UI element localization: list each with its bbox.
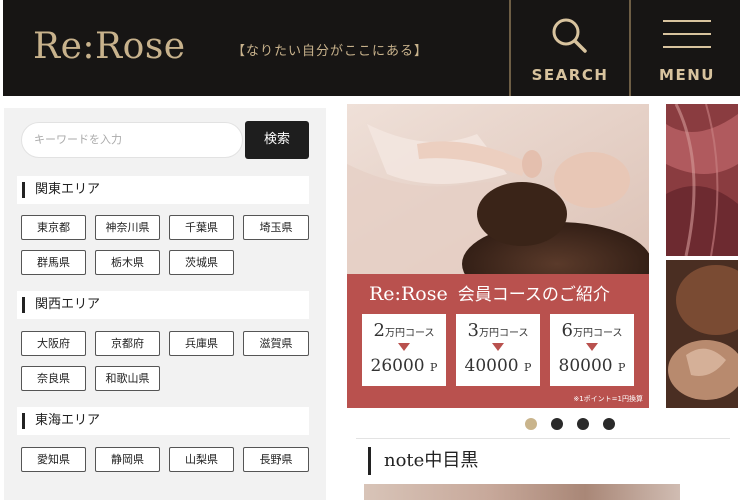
search-button-label: SEARCH <box>531 66 609 84</box>
site-tagline: 【なりたい自分がここにある】 <box>232 44 429 59</box>
carousel-dot[interactable] <box>603 418 615 430</box>
site-logo[interactable]: Re:Rose <box>33 26 186 67</box>
prefecture-button[interactable]: 長野県 <box>243 447 309 472</box>
hamburger-icon <box>661 18 713 56</box>
prefecture-button[interactable]: 群馬県 <box>21 250 86 275</box>
prefecture-button[interactable]: 奈良県 <box>21 366 86 391</box>
search-icon <box>547 14 593 64</box>
prefecture-button[interactable]: 神奈川県 <box>95 215 160 240</box>
region-heading-kansai: 関西エリア <box>17 291 309 319</box>
section-divider <box>356 438 730 439</box>
banner-photo <box>347 104 649 274</box>
prefecture-button[interactable]: 山梨県 <box>169 447 234 472</box>
section-title: note中目黒 <box>368 447 478 475</box>
course-points: 80000 P <box>558 356 626 376</box>
arrow-down-icon <box>586 343 598 351</box>
prefecture-button[interactable]: 和歌山県 <box>95 366 160 391</box>
prefecture-button[interactable]: 静岡県 <box>95 447 160 472</box>
banner-points-note: ※1ポイント=1円換算 <box>573 395 643 403</box>
region-heading-kanto: 関東エリア <box>17 176 309 204</box>
course-card: 6万円コース 80000 P <box>550 314 634 386</box>
course-name: 3万円コース <box>467 320 529 341</box>
prefecture-button[interactable]: 大阪府 <box>21 331 86 356</box>
course-name: 2万円コース <box>373 320 435 341</box>
prefecture-button[interactable]: 京都府 <box>95 331 160 356</box>
carousel-dot[interactable] <box>525 418 537 430</box>
arrow-down-icon <box>398 343 410 351</box>
course-points: 40000 P <box>464 356 532 376</box>
carousel-dot[interactable] <box>577 418 589 430</box>
prefecture-button[interactable]: 千葉県 <box>169 215 234 240</box>
menu-button[interactable]: MENU <box>629 0 743 96</box>
prefecture-button[interactable]: 埼玉県 <box>243 215 309 240</box>
course-card: 3万円コース 40000 P <box>456 314 540 386</box>
banner-title-text: 会員コースのご紹介 <box>457 285 610 305</box>
prefecture-button[interactable]: 茨城県 <box>169 250 234 275</box>
next-slide-image-lower[interactable] <box>666 260 738 408</box>
course-name: 6万円コース <box>561 320 623 341</box>
header-bar: Re:Rose 【なりたい自分がここにある】 SEARCH MENU <box>3 0 740 96</box>
banner-brand: Re:Rose <box>369 283 448 305</box>
region-heading-tokai: 東海エリア <box>17 407 309 435</box>
next-slide-image[interactable] <box>666 104 738 256</box>
search-sidebar: キーワードを入力 検索 関東エリア 東京都 神奈川県 千葉県 埼玉県 群馬県 栃… <box>4 108 326 500</box>
banner-title: Re:Rose 会員コースのご紹介 <box>369 280 610 305</box>
membership-banner[interactable]: Re:Rose 会員コースのご紹介 2万円コース 26000 P 3万円コース 4… <box>347 104 649 408</box>
course-card: 2万円コース 26000 P <box>362 314 446 386</box>
prefecture-button[interactable]: 兵庫県 <box>169 331 234 356</box>
search-button[interactable]: SEARCH <box>509 0 629 96</box>
arrow-down-icon <box>492 343 504 351</box>
note-thumbnail[interactable] <box>364 484 680 500</box>
menu-button-label: MENU <box>659 66 715 84</box>
prefecture-button[interactable]: 栃木県 <box>95 250 160 275</box>
keyword-search-button[interactable]: 検索 <box>245 121 309 159</box>
carousel-dot[interactable] <box>551 418 563 430</box>
prefecture-button[interactable]: 滋賀県 <box>243 331 309 356</box>
keyword-search-input[interactable]: キーワードを入力 <box>21 122 243 158</box>
prefecture-button[interactable]: 東京都 <box>21 215 86 240</box>
course-points: 26000 P <box>370 356 438 376</box>
prefecture-button[interactable]: 愛知県 <box>21 447 86 472</box>
site-header: Re:Rose 【なりたい自分がここにある】 SEARCH MENU <box>0 0 750 96</box>
